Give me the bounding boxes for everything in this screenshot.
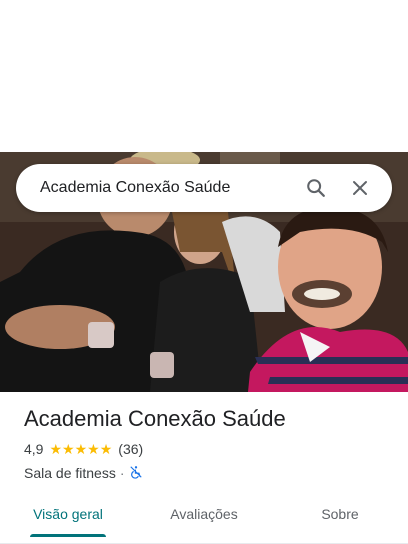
place-info: Academia Conexão Saúde 4,9 ★ ★ ★ ★ ★ (36… <box>24 404 394 482</box>
star-icon: ★ <box>99 441 113 457</box>
not-wheelchair-accessible-icon <box>129 465 143 482</box>
search-input[interactable]: Academia Conexão Saúde <box>40 179 290 197</box>
place-category[interactable]: Sala de fitness <box>24 465 116 481</box>
tab-reviews[interactable]: Avaliações <box>136 494 272 543</box>
tab-about[interactable]: Sobre <box>272 494 408 543</box>
place-title: Academia Conexão Saúde <box>24 406 286 431</box>
place-tabs: Visão geral Avaliações Sobre <box>0 494 408 544</box>
category-row: Sala de fitness · <box>24 464 394 482</box>
close-icon[interactable] <box>342 170 378 206</box>
rating-value: 4,9 <box>24 441 44 457</box>
search-bar[interactable]: Academia Conexão Saúde <box>16 164 392 212</box>
star-icon: ★ <box>49 441 63 457</box>
rating-row[interactable]: 4,9 ★ ★ ★ ★ ★ (36) <box>24 440 394 458</box>
tab-overview[interactable]: Visão geral <box>0 494 136 543</box>
review-count[interactable]: (36) <box>118 441 143 457</box>
separator: · <box>119 465 125 481</box>
star-icon: ★ <box>87 441 100 457</box>
search-icon[interactable] <box>298 170 334 206</box>
blank-top-area <box>0 0 408 152</box>
star-icon: ★ <box>74 441 88 457</box>
rating-stars: ★ ★ ★ ★ ★ <box>49 442 112 456</box>
star-icon: ★ <box>62 441 75 457</box>
